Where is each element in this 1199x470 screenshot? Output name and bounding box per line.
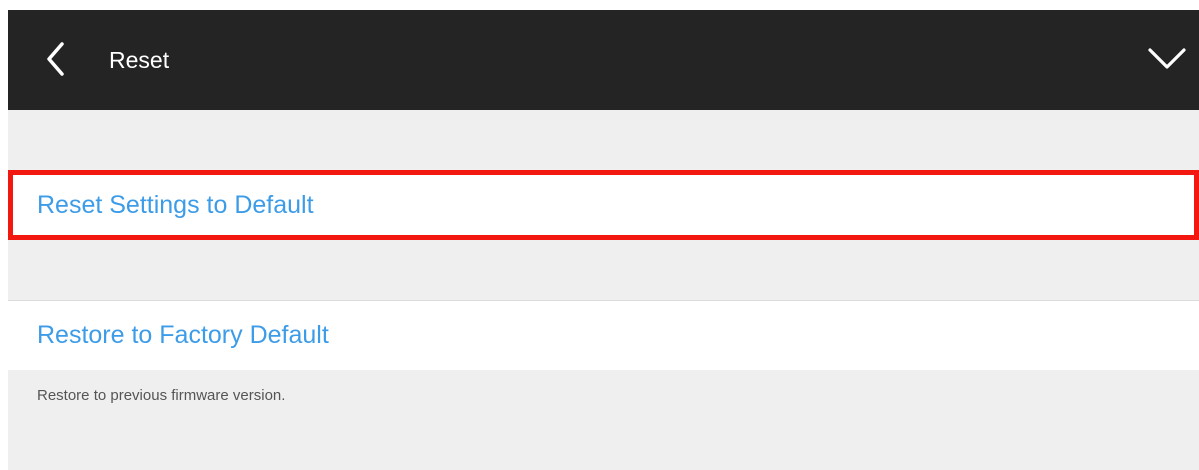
page-title: Reset <box>109 47 170 73</box>
restore-note: Restore to previous firmware version. <box>37 387 286 404</box>
reset-screen: Reset Reset Settings to Default Restore … <box>8 10 1199 470</box>
chevron-left-icon <box>47 42 64 76</box>
back-button[interactable] <box>36 40 76 80</box>
navigation-bar: Reset <box>8 10 1199 110</box>
screen: Reset Reset Settings to Default Restore … <box>0 0 1199 470</box>
restore-factory-label: Restore to Factory Default <box>37 321 329 349</box>
reset-settings-label: Reset Settings to Default <box>37 191 314 219</box>
restore-factory-button[interactable]: Restore to Factory Default <box>8 300 1199 370</box>
dropdown-toggle[interactable] <box>1145 43 1189 73</box>
reset-settings-button[interactable]: Reset Settings to Default <box>8 170 1199 240</box>
chevron-down-icon <box>1148 48 1186 69</box>
